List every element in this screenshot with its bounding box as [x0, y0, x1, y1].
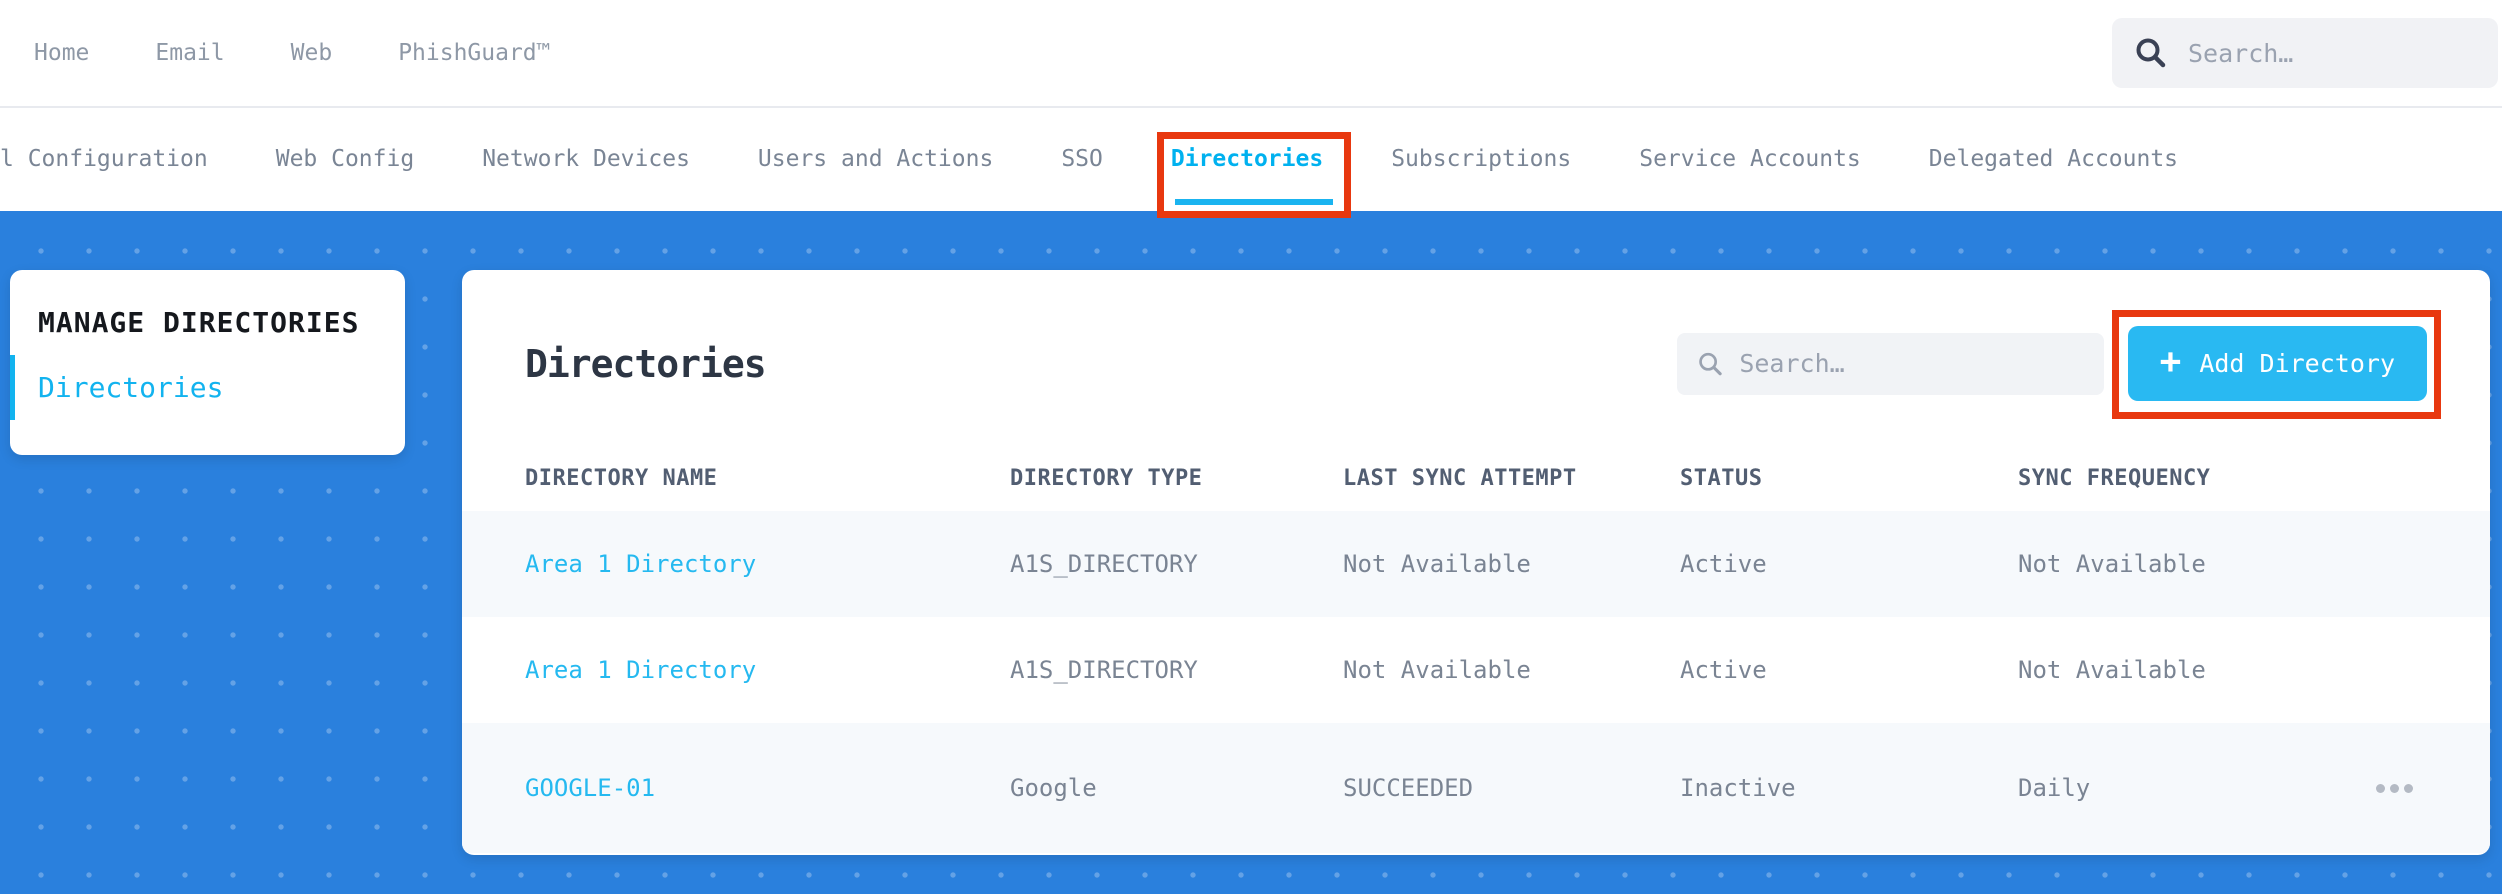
nav-item-web[interactable]: Web: [291, 40, 333, 66]
tab-directories[interactable]: Directories: [1156, 108, 1352, 218]
tab-label: Web Config: [275, 145, 415, 172]
status-cell: Active: [1680, 656, 1767, 684]
sync-frequency-cell: Not Available: [2018, 656, 2206, 684]
nav-item-email[interactable]: Email: [155, 40, 224, 66]
add-directory-label: Add Directory: [2199, 349, 2395, 378]
last-sync-cell: Not Available: [1343, 550, 1531, 578]
top-nav-links: Home Email Web PhishGuard™: [34, 40, 551, 66]
directory-type-cell: A1S_DIRECTORY: [1010, 550, 1198, 578]
page-title: Directories: [525, 341, 767, 386]
active-tab-underline: [1174, 199, 1334, 205]
nav-item-phishguard[interactable]: PhishGuard™: [398, 40, 550, 66]
active-item-indicator: [10, 355, 15, 420]
directories-panel: Directories + Add Directory: [462, 270, 2490, 855]
tab-label: Delegated Accounts: [1928, 145, 2179, 172]
last-sync-cell: SUCCEEDED: [1343, 774, 1474, 802]
table-header-row: DIRECTORY NAME DIRECTORY TYPE LAST SYNC …: [462, 445, 2490, 511]
tab-label: Directories: [1170, 145, 1324, 172]
sync-frequency-cell: Not Available: [2018, 550, 2206, 578]
table-search-box[interactable]: [1676, 332, 2104, 395]
column-header-directory-type: DIRECTORY TYPE: [1010, 465, 1203, 491]
table-row: Area 1 Directory A1S_DIRECTORY Not Avail…: [462, 617, 2490, 723]
global-search-box[interactable]: [2112, 18, 2498, 88]
directory-name-link[interactable]: Area 1 Directory: [525, 550, 756, 578]
tab-label: SSO: [1061, 145, 1103, 172]
directories-table: DIRECTORY NAME DIRECTORY TYPE LAST SYNC …: [462, 445, 2490, 853]
panel-header: Directories + Add Directory: [462, 270, 2490, 419]
column-header-directory-name: DIRECTORY NAME: [525, 465, 718, 491]
ellipsis-icon: [2376, 783, 2385, 793]
tab-label: Users and Actions: [757, 145, 994, 172]
sidebar-item-label: Directories: [38, 371, 224, 404]
column-header-sync-frequency: SYNC FREQUENCY: [2018, 465, 2211, 491]
ellipsis-icon: [2404, 783, 2413, 793]
screen: Home Email Web PhishGuard™ l Configurati…: [0, 0, 2502, 894]
tab-label: Network Devices: [482, 145, 690, 172]
tab-label: l Configuration: [0, 145, 208, 172]
tab-delegated-accounts[interactable]: Delegated Accounts: [1929, 108, 2178, 209]
plus-icon: +: [2159, 341, 2182, 382]
directory-name-link[interactable]: Area 1 Directory: [525, 656, 756, 684]
directory-name-link[interactable]: GOOGLE-01: [525, 774, 655, 802]
sync-frequency-cell: Daily: [2018, 774, 2091, 802]
directory-type-cell: A1S_DIRECTORY: [1010, 656, 1198, 684]
sidebar-title: MANAGE DIRECTORIES: [38, 306, 360, 339]
sidebar-card: MANAGE DIRECTORIES Directories: [10, 270, 405, 455]
search-icon: [2136, 38, 2166, 68]
secondary-navbar: l Configuration Web Config Network Devic…: [0, 108, 2502, 218]
tab-web-config[interactable]: Web Config: [276, 108, 414, 209]
table-search-input[interactable]: [1739, 349, 2084, 378]
directory-type-cell: Google: [1010, 774, 1097, 802]
status-cell: Active: [1680, 550, 1767, 578]
last-sync-cell: Not Available: [1343, 656, 1531, 684]
top-navbar: Home Email Web PhishGuard™: [0, 0, 2502, 108]
panel-actions: + Add Directory: [1676, 310, 2441, 419]
tab-users-and-actions[interactable]: Users and Actions: [758, 108, 993, 209]
table-row: Area 1 Directory A1S_DIRECTORY Not Avail…: [462, 511, 2490, 617]
tab-label: Service Accounts: [1639, 145, 1861, 172]
status-cell: Inactive: [1680, 774, 1796, 802]
row-menu-button[interactable]: [2360, 783, 2427, 793]
add-directory-wrap: + Add Directory: [2111, 310, 2441, 419]
content-area: MANAGE DIRECTORIES Directories Directori…: [0, 211, 2502, 894]
search-icon: [1698, 352, 1722, 375]
tab-configuration[interactable]: l Configuration: [0, 108, 208, 209]
tab-subscriptions[interactable]: Subscriptions: [1391, 108, 1571, 209]
add-directory-button[interactable]: + Add Directory: [2127, 326, 2427, 401]
tab-network-devices[interactable]: Network Devices: [482, 108, 690, 209]
column-header-status: STATUS: [1680, 465, 1763, 491]
tab-sso[interactable]: SSO: [1061, 108, 1103, 209]
global-search-input[interactable]: [2188, 38, 2476, 68]
tab-label: Subscriptions: [1391, 145, 1572, 172]
column-header-last-sync-attempt: LAST SYNC ATTEMPT: [1343, 465, 1577, 491]
ellipsis-icon: [2390, 783, 2399, 793]
nav-item-home[interactable]: Home: [34, 40, 89, 66]
table-row: GOOGLE-01 Google SUCCEEDED Inactive Dail…: [462, 723, 2490, 853]
tab-service-accounts[interactable]: Service Accounts: [1639, 108, 1861, 209]
sidebar-item-directories[interactable]: Directories: [10, 355, 405, 420]
